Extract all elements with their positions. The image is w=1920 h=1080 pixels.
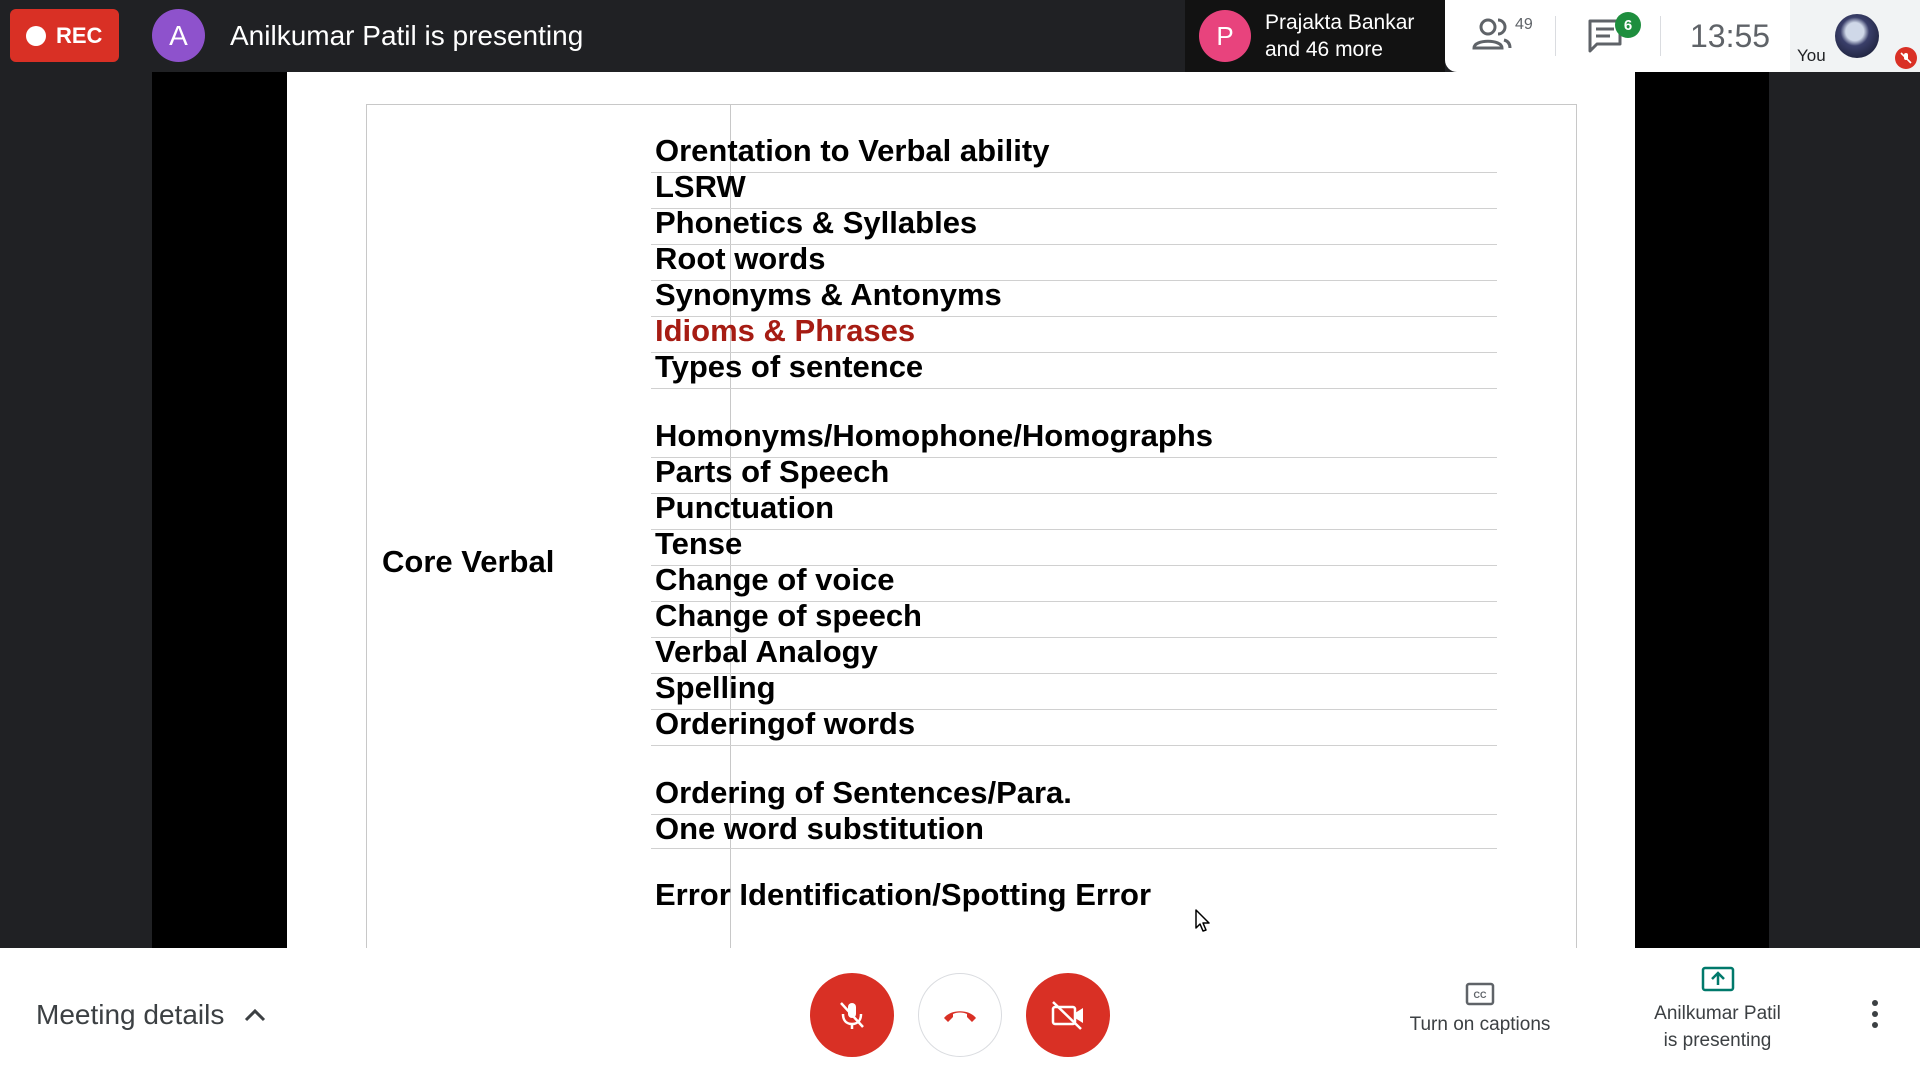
- camera-off-icon: [1051, 1001, 1083, 1030]
- row-divider: [651, 208, 1497, 209]
- people-icon: [1472, 18, 1512, 50]
- category-label: Core Verbal: [382, 544, 555, 579]
- mic-off-icon: [840, 1002, 864, 1029]
- presenting-status: Anilkumar Patil is presenting: [230, 20, 584, 51]
- row-divider: [651, 745, 1497, 746]
- more-vert-icon: [1872, 1000, 1878, 1006]
- topic-item: LSRW: [655, 169, 746, 204]
- more-vert-icon: [1872, 1011, 1878, 1017]
- presentation-button[interactable]: Anilkumar Patil is presenting: [1625, 966, 1810, 1054]
- topic-item: Root words: [655, 241, 826, 276]
- recording-label: REC: [56, 22, 103, 48]
- topic-item: Phonetics & Syllables: [655, 205, 978, 240]
- topic-item: Parts of Speech: [655, 454, 890, 489]
- divider: [1555, 16, 1556, 56]
- participant-more: and 46 more: [1265, 38, 1383, 61]
- topic-item: Homonyms/Homophone/Homographs: [655, 418, 1214, 453]
- participants-summary: Prajakta Bankar and 46 more: [1265, 9, 1414, 63]
- topic-item: Verbal Analogy: [655, 634, 878, 669]
- presentation-label-line2: is presenting: [1663, 1030, 1772, 1051]
- row-divider: [651, 814, 1497, 815]
- self-mic-off-icon: [1895, 47, 1917, 69]
- topic-item: Types of sentence: [655, 349, 924, 384]
- chevron-up-icon: [245, 1008, 266, 1022]
- row-divider: [651, 601, 1497, 602]
- topic-item: Orentation to Verbal ability: [655, 133, 1050, 168]
- captions-button[interactable]: CC Turn on captions: [1395, 975, 1565, 1036]
- topic-item: Idioms & Phrases: [655, 313, 916, 348]
- meeting-details-button[interactable]: Meeting details: [36, 999, 266, 1031]
- topic-item: Change of speech: [655, 598, 922, 633]
- topic-item: Orderingof words: [655, 706, 916, 741]
- hangup-icon: [944, 1011, 976, 1022]
- captions-label: Turn on captions: [1409, 1014, 1551, 1035]
- record-dot-icon: [26, 25, 46, 46]
- row-divider: [651, 316, 1497, 317]
- topic-item: Spelling: [655, 670, 776, 705]
- more-options-button[interactable]: [1865, 998, 1885, 1030]
- row-divider: [651, 848, 1497, 849]
- row-divider: [651, 709, 1497, 710]
- row-divider: [651, 352, 1497, 353]
- topic-item: One word substitution: [655, 811, 984, 846]
- recording-badge: REC: [10, 9, 119, 62]
- row-divider: [651, 280, 1497, 281]
- row-divider: [651, 493, 1497, 494]
- row-divider: [651, 637, 1497, 638]
- row-divider: [651, 565, 1497, 566]
- participants-chip[interactable]: P Prajakta Bankar and 46 more: [1185, 0, 1445, 72]
- topic-item: Tense: [655, 526, 743, 561]
- participant-avatar: P: [1199, 10, 1251, 62]
- topic-item: Punctuation: [655, 490, 835, 525]
- row-divider: [651, 172, 1497, 173]
- people-count: 49: [1515, 16, 1533, 33]
- present-icon: [1701, 966, 1734, 992]
- mouse-cursor-icon: [1195, 909, 1210, 932]
- divider: [1660, 16, 1661, 56]
- row-divider: [651, 457, 1497, 458]
- more-vert-icon: [1872, 1022, 1878, 1028]
- leave-call-button[interactable]: [918, 973, 1002, 1057]
- row-divider: [651, 673, 1497, 674]
- topic-item: Ordering of Sentences/Para.: [655, 775, 1072, 810]
- captions-icon: CC: [1465, 982, 1495, 1006]
- row-divider: [651, 529, 1497, 530]
- topic-item: Error Identification/Spotting Error: [655, 877, 1152, 912]
- row-divider: [651, 244, 1497, 245]
- self-label: You: [1797, 46, 1826, 65]
- topic-item: Change of voice: [655, 562, 895, 597]
- camera-toggle-button[interactable]: [1026, 973, 1110, 1057]
- chat-badge: 6: [1615, 12, 1641, 38]
- self-avatar: [1835, 14, 1879, 58]
- meeting-details-label: Meeting details: [36, 999, 225, 1030]
- presenter-avatar: A: [152, 9, 205, 62]
- presentation-label-line1: Anilkumar Patil: [1654, 1003, 1781, 1024]
- row-divider: [651, 388, 1497, 389]
- clock: 13:55: [1690, 18, 1771, 54]
- participant-name: Prajakta Bankar: [1265, 11, 1415, 34]
- svg-text:CC: CC: [1474, 990, 1487, 1000]
- mic-toggle-button[interactable]: [810, 973, 894, 1057]
- topic-item: Synonyms & Antonyms: [655, 277, 1002, 312]
- presentation-slide: Core Verbal Orentation to Verbal ability…: [287, 72, 1635, 948]
